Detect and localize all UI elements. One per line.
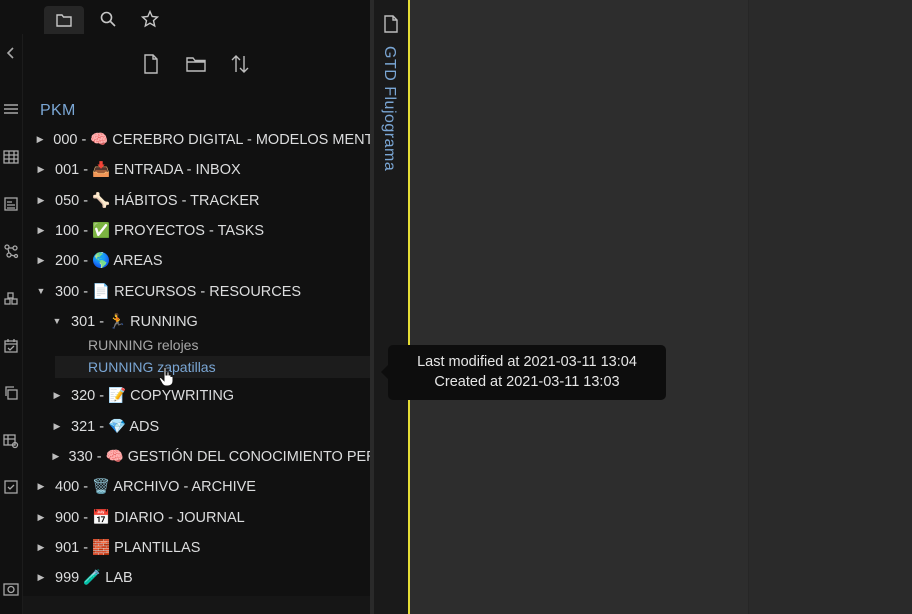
caret-right-icon[interactable]: ▶ [49, 421, 65, 432]
tree-item-label: 901 - 🧱 PLANTILLAS [55, 539, 201, 556]
tree-item-label: 001 - 📥 ENTRADA - INBOX [55, 161, 241, 178]
table-settings-icon[interactable] [0, 430, 22, 452]
tree-item-label: 330 - 🧠 GESTIÓN DEL CONOCIMIENTO PERSONA… [68, 448, 371, 465]
file-explorer: PKM ▶ 000 - 🧠 CEREBRO DIGITAL - MODELOS M… [22, 34, 371, 614]
tree-item-label: 400 - 🗑️ ARCHIVO - ARCHIVE [55, 478, 256, 495]
editor-area[interactable] [410, 0, 912, 614]
tree-item-label: 301 - 🏃 RUNNING [71, 313, 198, 330]
new-note-icon[interactable] [137, 50, 165, 78]
explorer-scroll-area [23, 596, 371, 614]
folder-item[interactable]: ▶ 330 - 🧠 GESTIÓN DEL CONOCIMIENTO PERSON… [23, 443, 371, 469]
caret-down-icon[interactable]: ▼ [49, 316, 65, 326]
folder-item[interactable]: ▶ 999 🧪 LAB [23, 564, 371, 590]
tree-item-label: 200 - 🌎 AREAS [55, 252, 163, 269]
tree-item-label: RUNNING zapatillas [88, 359, 216, 375]
tree-item-label: 000 - 🧠 CEREBRO DIGITAL - MODELOS MENTAL… [53, 131, 371, 148]
tooltip-modified: Last modified at 2021-03-11 13:04 [417, 354, 637, 370]
calendar-check-icon[interactable] [0, 335, 22, 357]
collapsed-tab[interactable]: GTD Flujograma [374, 0, 408, 614]
checkbox-icon[interactable] [0, 476, 22, 498]
tooltip-created: Created at 2021-03-11 13:03 [434, 374, 620, 390]
explorer-actions [23, 50, 371, 78]
graph-icon[interactable] [0, 240, 22, 262]
file-item[interactable]: RUNNING zapatillas [55, 356, 371, 378]
caret-down-icon[interactable]: ▼ [33, 286, 49, 296]
plugin-icon[interactable] [0, 288, 22, 310]
folder-item[interactable]: ▼ 300 - 📄 RECURSOS - RESOURCES [23, 278, 371, 304]
folder-item[interactable]: ▶ 001 - 📥 ENTRADA - INBOX [23, 156, 371, 182]
folder-item[interactable]: ▶ 050 - 🦴 HÁBITOS - TRACKER [23, 187, 371, 213]
folder-item[interactable]: ▶ 100 - ✅ PROYECTOS - TASKS [23, 217, 371, 243]
caret-right-icon[interactable]: ▶ [33, 164, 49, 175]
camera-icon[interactable] [0, 578, 22, 600]
caret-right-icon[interactable]: ▶ [33, 542, 49, 553]
collapsed-tab-title[interactable]: GTD Flujograma [380, 46, 398, 171]
caret-right-icon[interactable]: ▶ [33, 195, 49, 206]
star-icon[interactable] [130, 6, 170, 32]
right-panel [748, 0, 912, 614]
folder-item[interactable]: ▼ 301 - 🏃 RUNNING [23, 308, 371, 334]
file-item[interactable]: RUNNING relojes [23, 334, 371, 356]
caret-right-icon[interactable]: ▶ [33, 225, 49, 236]
copy-icon[interactable] [0, 382, 22, 404]
folder-icon[interactable] [44, 6, 84, 34]
tree-item-label: 100 - ✅ PROYECTOS - TASKS [55, 222, 265, 239]
folder-item[interactable]: ▶ 901 - 🧱 PLANTILLAS [23, 534, 371, 560]
ribbon [0, 0, 22, 614]
tree-item-label: 320 - 📝 COPYWRITING [71, 387, 235, 404]
tree-item-label: 321 - 💎 ADS [71, 418, 160, 435]
caret-right-icon[interactable]: ▶ [49, 451, 63, 462]
folder-item[interactable]: ▶ 200 - 🌎 AREAS [23, 247, 371, 273]
tooltip-arrow [381, 365, 388, 379]
sort-icon[interactable] [226, 50, 254, 78]
folder-item[interactable]: ▶ 900 - 📅 DIARIO - JOURNAL [23, 504, 371, 530]
folder-item[interactable]: ▶ 321 - 💎 ADS [23, 413, 371, 439]
caret-right-icon[interactable]: ▶ [33, 481, 49, 492]
vault-name[interactable]: PKM [40, 102, 76, 120]
chevron-left-icon[interactable] [0, 42, 22, 64]
caret-right-icon[interactable]: ▶ [33, 255, 49, 266]
file-tooltip: Last modified at 2021-03-11 13:04 Create… [381, 345, 666, 400]
caret-right-icon[interactable]: ▶ [33, 134, 47, 145]
tree-item-label: 999 🧪 LAB [55, 569, 133, 586]
caret-right-icon[interactable]: ▶ [33, 572, 49, 583]
card-icon[interactable] [0, 193, 22, 215]
folder-item[interactable]: ▶ 320 - 📝 COPYWRITING [23, 382, 371, 408]
caret-right-icon[interactable]: ▶ [33, 512, 49, 523]
menu-icon[interactable] [0, 98, 22, 120]
caret-right-icon[interactable]: ▶ [49, 390, 65, 401]
folder-item[interactable]: ▶ 000 - 🧠 CEREBRO DIGITAL - MODELOS MENTA… [23, 126, 371, 152]
tree-item-label: 050 - 🦴 HÁBITOS - TRACKER [55, 192, 260, 209]
new-folder-icon[interactable] [182, 50, 210, 78]
tree-item-label: RUNNING relojes [88, 337, 199, 353]
hand-cursor-icon [158, 366, 174, 387]
tree-item-label: 300 - 📄 RECURSOS - RESOURCES [55, 283, 302, 300]
sidebar-tab-bar [22, 0, 374, 34]
table-icon[interactable] [0, 146, 22, 168]
document-icon [382, 14, 400, 34]
folder-item[interactable]: ▶ 400 - 🗑️ ARCHIVO - ARCHIVE [23, 473, 371, 499]
tree-item-label: 900 - 📅 DIARIO - JOURNAL [55, 509, 245, 526]
search-icon[interactable] [88, 6, 128, 32]
